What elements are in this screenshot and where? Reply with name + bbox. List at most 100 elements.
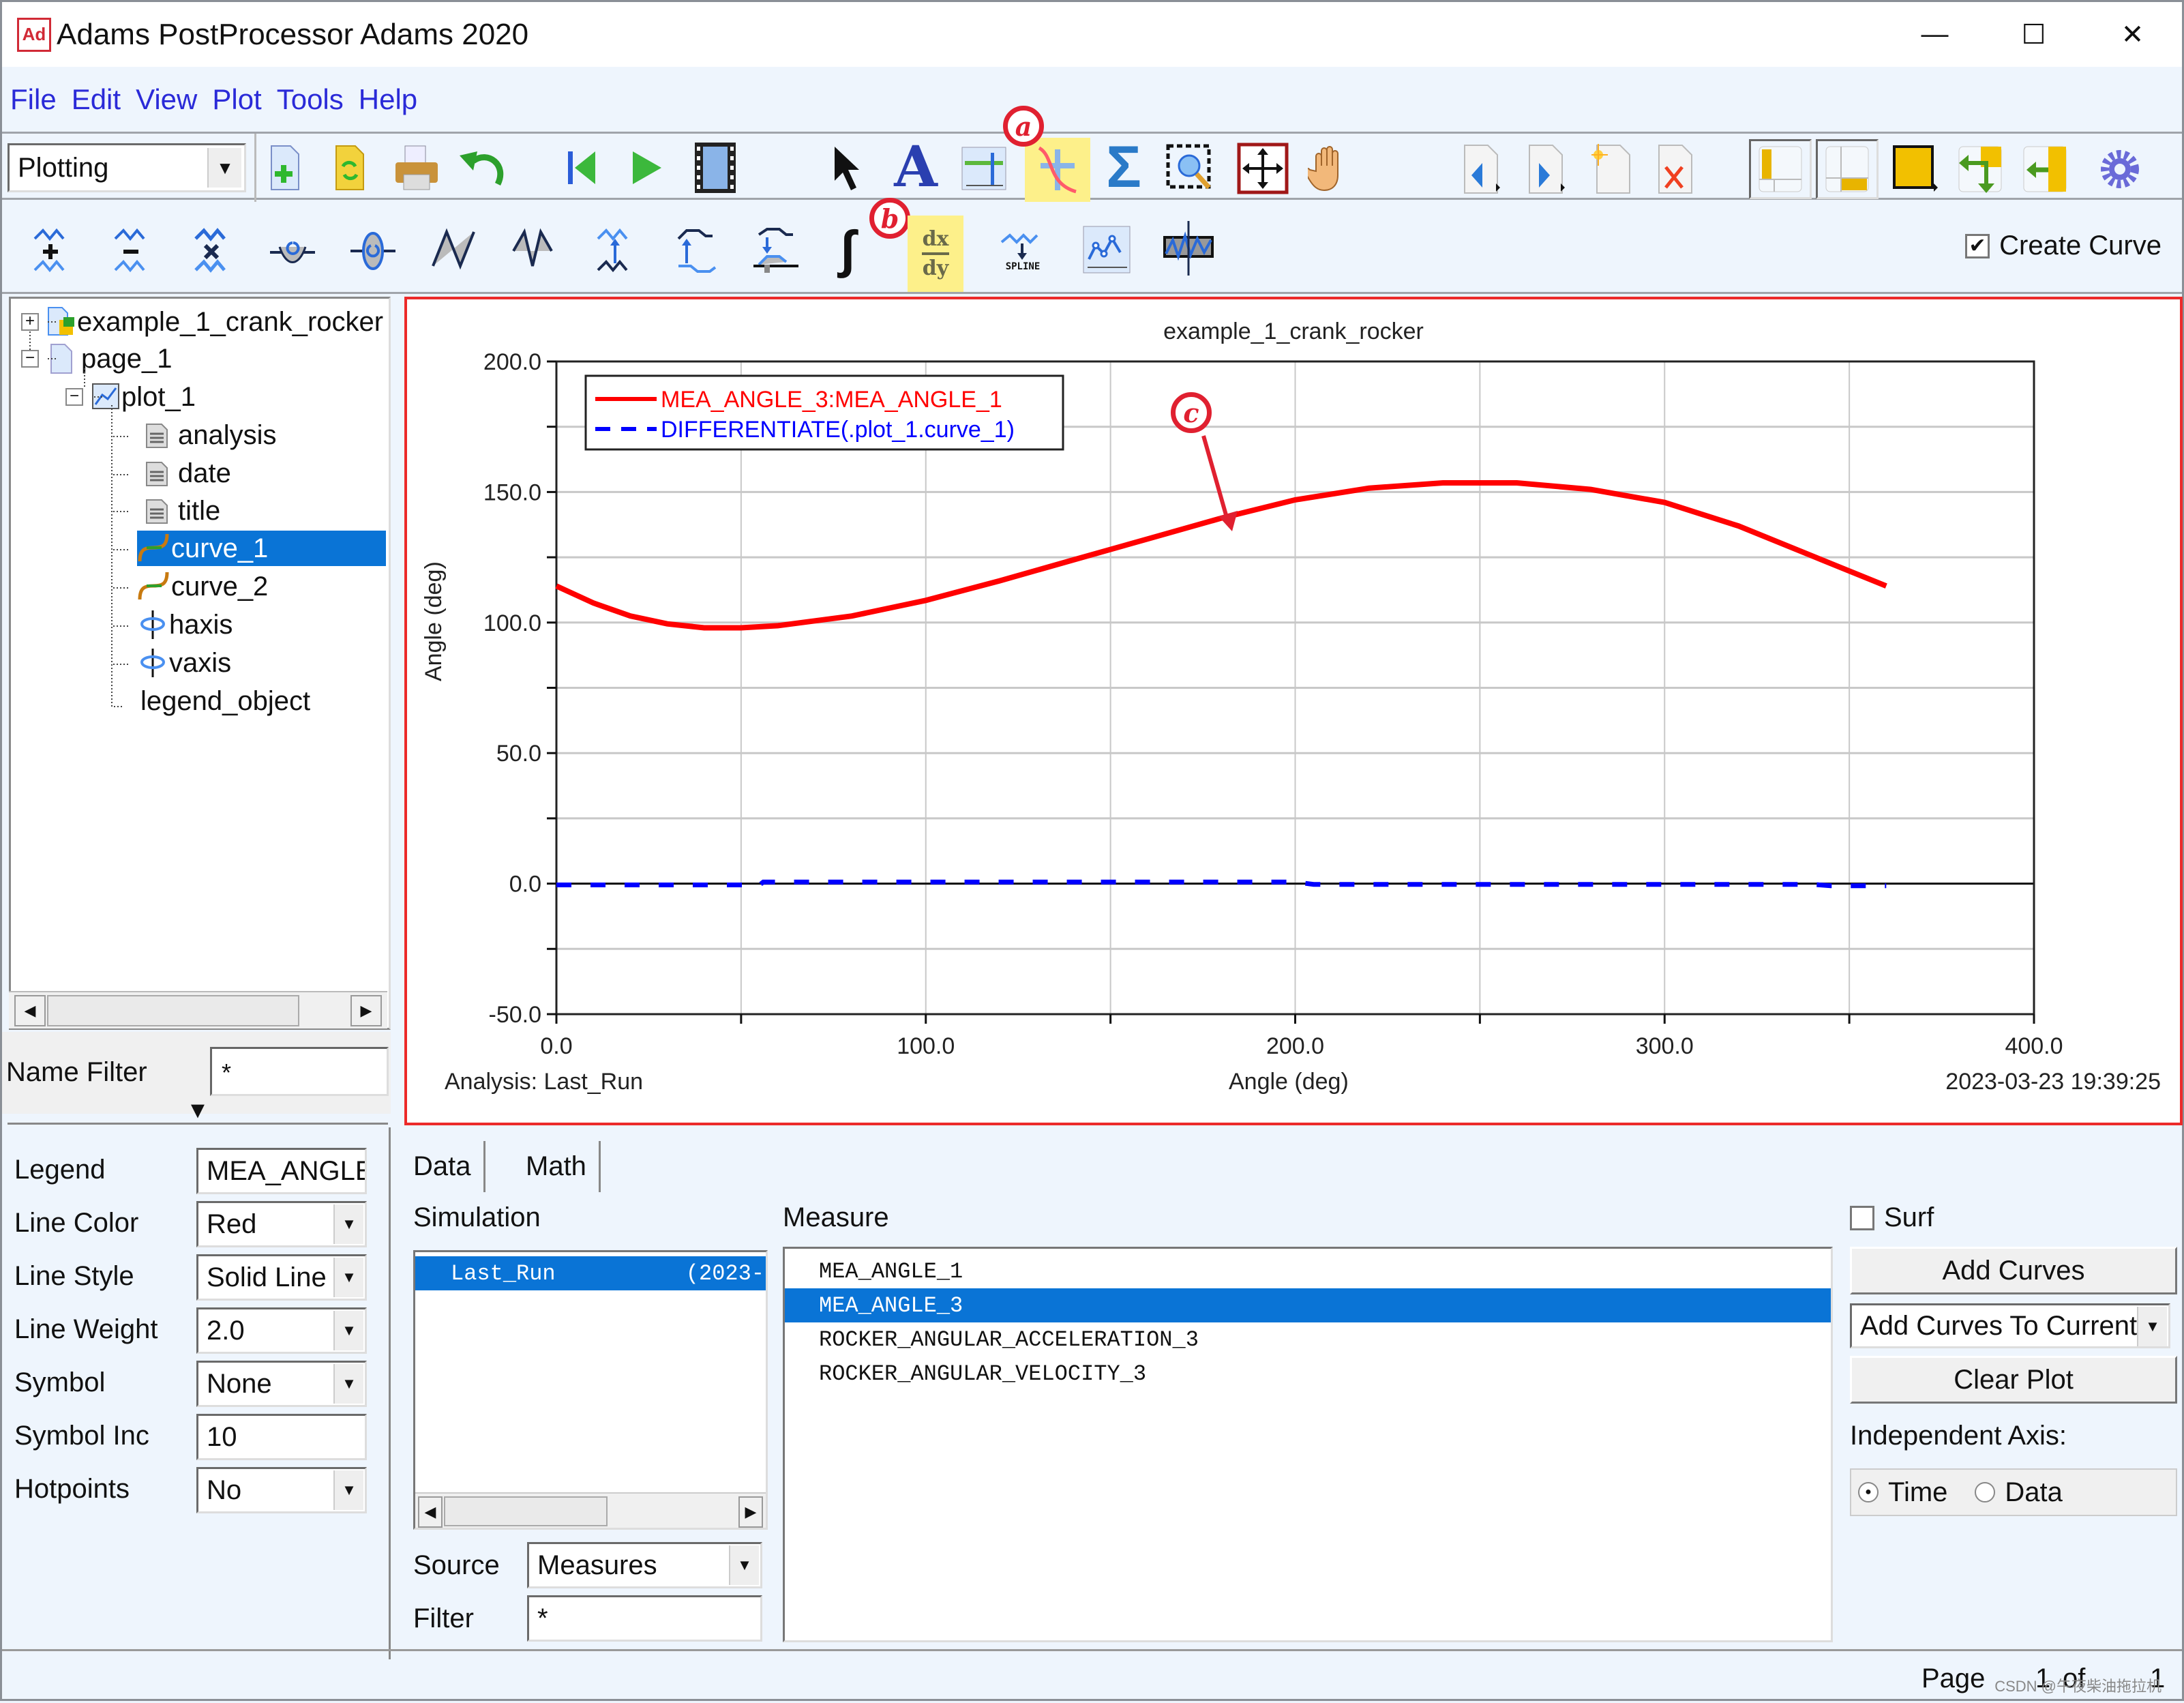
- pan-hand-icon[interactable]: [1304, 143, 1352, 192]
- line-style-dropdown[interactable]: Solid Line ▼: [196, 1254, 367, 1301]
- previous-page-icon[interactable]: [1461, 142, 1504, 196]
- scroll-right-icon[interactable]: ▶: [350, 995, 382, 1026]
- tab-math[interactable]: Math: [513, 1141, 601, 1192]
- fit-icon[interactable]: [1236, 142, 1289, 195]
- surf-checkbox[interactable]: [1850, 1205, 1874, 1230]
- absolute-value-icon[interactable]: [265, 222, 320, 278]
- zoom-box-icon[interactable]: [1165, 143, 1216, 195]
- next-page-icon[interactable]: [1526, 142, 1568, 196]
- subtract-curves-icon[interactable]: [103, 222, 159, 278]
- measure-row[interactable]: MEA_ANGLE_1: [785, 1254, 1831, 1288]
- menu-tools[interactable]: Tools: [277, 83, 344, 116]
- differentiate-icon[interactable]: dx dy: [908, 216, 963, 292]
- collapse-panel-toggle[interactable]: ▼: [8, 1099, 388, 1125]
- offset-up-icon[interactable]: [587, 222, 643, 278]
- curve-edit-icon[interactable]: [1025, 138, 1090, 202]
- scroll-thumb[interactable]: [47, 995, 299, 1026]
- menu-plot[interactable]: Plot: [212, 83, 261, 116]
- spline-icon[interactable]: SPLINE: [992, 225, 1053, 280]
- measure-row-selected[interactable]: MEA_ANGLE_3: [785, 1288, 1831, 1322]
- offset-copy-icon[interactable]: [668, 222, 723, 278]
- delete-page-icon[interactable]: [1656, 142, 1698, 196]
- chevron-down-icon[interactable]: ▼: [729, 1545, 759, 1585]
- clear-plot-button[interactable]: Clear Plot: [1850, 1356, 2177, 1404]
- layout-left-icon[interactable]: [1749, 139, 1812, 199]
- simulation-list[interactable]: Last_Run (2023- ◀ ▶: [413, 1250, 768, 1530]
- scroll-left-icon[interactable]: ◀: [14, 995, 46, 1026]
- select-arrow-icon[interactable]: [827, 143, 868, 192]
- measure-row[interactable]: ROCKER_ANGULAR_ACCELERATION_3: [785, 1322, 1831, 1357]
- add-curves-icon[interactable]: [23, 222, 78, 278]
- statistics-icon[interactable]: [960, 146, 1008, 191]
- add-mode-dropdown[interactable]: Add Curves To Current ▼: [1850, 1303, 2170, 1348]
- layout-full-icon[interactable]: [1891, 143, 1940, 195]
- radio-time[interactable]: ●: [1858, 1482, 1879, 1502]
- menu-file[interactable]: File: [10, 83, 57, 116]
- name-filter-input[interactable]: *: [210, 1047, 389, 1096]
- simulation-row[interactable]: Last_Run (2023-: [415, 1256, 766, 1290]
- sigma-icon[interactable]: Σ: [1100, 134, 1148, 200]
- print-icon[interactable]: [392, 143, 441, 192]
- app-window: Ad Adams PostProcessor Adams 2020 — ☐ ✕ …: [0, 0, 2184, 1701]
- tree-horizontal-scrollbar[interactable]: ◀ ▶: [9, 991, 387, 1028]
- line-color-dropdown[interactable]: Red ▼: [196, 1201, 367, 1247]
- new-page-icon[interactable]: [265, 143, 305, 192]
- settings-gear-icon[interactable]: [2095, 143, 2144, 195]
- line-weight-dropdown[interactable]: 2.0 ▼: [196, 1307, 367, 1354]
- new-page-sparkle-icon[interactable]: [1591, 142, 1633, 196]
- text-icon[interactable]: A: [888, 134, 943, 200]
- scroll-left-icon[interactable]: ◀: [418, 1496, 443, 1528]
- hotpoints-dropdown[interactable]: No ▼: [196, 1467, 367, 1513]
- chevron-down-icon[interactable]: ▼: [333, 1364, 363, 1404]
- tab-data[interactable]: Data: [401, 1141, 485, 1192]
- menu-help[interactable]: Help: [359, 83, 417, 116]
- filter-input[interactable]: *: [527, 1595, 762, 1642]
- minimize-button[interactable]: —: [1885, 2, 1984, 67]
- maximize-button[interactable]: ☐: [1984, 2, 2083, 67]
- create-curve-label: Create Curve: [1999, 231, 2161, 261]
- close-button[interactable]: ✕: [2083, 2, 2182, 67]
- plot-area[interactable]: example_1_crank_rocker 0.0 100.0 200.0 300.…: [404, 297, 2183, 1125]
- add-curves-button[interactable]: Add Curves: [1850, 1247, 2177, 1294]
- menu-edit[interactable]: Edit: [72, 83, 121, 116]
- menu-view[interactable]: View: [136, 83, 197, 116]
- legend-input[interactable]: MEA_ANGLE_3:MEA_ANGLE_1: [196, 1148, 367, 1194]
- scale-icon[interactable]: [748, 222, 804, 278]
- mode-dropdown[interactable]: Plotting ▼: [8, 143, 246, 192]
- chevron-down-icon[interactable]: ▼: [333, 1311, 363, 1350]
- multiply-curves-icon[interactable]: [183, 222, 239, 278]
- chevron-down-icon[interactable]: ▼: [207, 148, 241, 188]
- scroll-thumb[interactable]: [444, 1496, 608, 1526]
- rewind-icon[interactable]: [561, 143, 602, 192]
- measure-row[interactable]: ROCKER_ANGULAR_VELOCITY_3: [785, 1357, 1831, 1391]
- radio-data[interactable]: [1975, 1482, 1996, 1502]
- surf-toggle[interactable]: Surf: [1850, 1202, 1934, 1233]
- reload-icon[interactable]: [329, 143, 370, 192]
- chevron-down-icon[interactable]: ▼: [2137, 1307, 2167, 1346]
- undo-icon[interactable]: [455, 143, 510, 192]
- symbol-inc-input[interactable]: 10: [196, 1414, 367, 1460]
- create-curve-toggle[interactable]: ✔ Create Curve: [1965, 231, 2161, 261]
- animation-film-icon[interactable]: [691, 140, 740, 195]
- play-icon[interactable]: [626, 143, 667, 192]
- move-layout-icon[interactable]: [2020, 143, 2069, 195]
- chevron-down-icon[interactable]: ▼: [333, 1470, 363, 1510]
- symbol-dropdown[interactable]: None ▼: [196, 1361, 367, 1407]
- symbol-value: None: [207, 1368, 272, 1399]
- line-chart[interactable]: 0.0 100.0 200.0 300.0 400.0 -50.0 0.0 50.0 100.0…: [407, 299, 2180, 1123]
- align-zero-icon[interactable]: [426, 222, 482, 278]
- rectify-icon[interactable]: [507, 222, 563, 278]
- negate-icon[interactable]: [345, 222, 401, 278]
- integrate-icon[interactable]: ∫: [827, 220, 868, 278]
- chevron-down-icon[interactable]: ▼: [333, 1204, 363, 1244]
- curve-data-icon[interactable]: [1081, 224, 1133, 276]
- simulation-horizontal-scrollbar[interactable]: ◀ ▶: [415, 1492, 766, 1528]
- source-dropdown[interactable]: Measures ▼: [527, 1542, 762, 1588]
- measure-list[interactable]: MEA_ANGLE_1 MEA_ANGLE_3 ROCKER_ANGULAR_A…: [783, 1247, 1833, 1642]
- swap-layout-icon[interactable]: [1956, 143, 2005, 195]
- layout-bottom-icon[interactable]: [1816, 139, 1879, 199]
- chevron-down-icon[interactable]: ▼: [333, 1258, 363, 1297]
- scroll-right-icon[interactable]: ▶: [738, 1496, 763, 1528]
- create-curve-checkbox[interactable]: ✔: [1965, 233, 1990, 258]
- filter-icon[interactable]: [1161, 220, 1216, 277]
